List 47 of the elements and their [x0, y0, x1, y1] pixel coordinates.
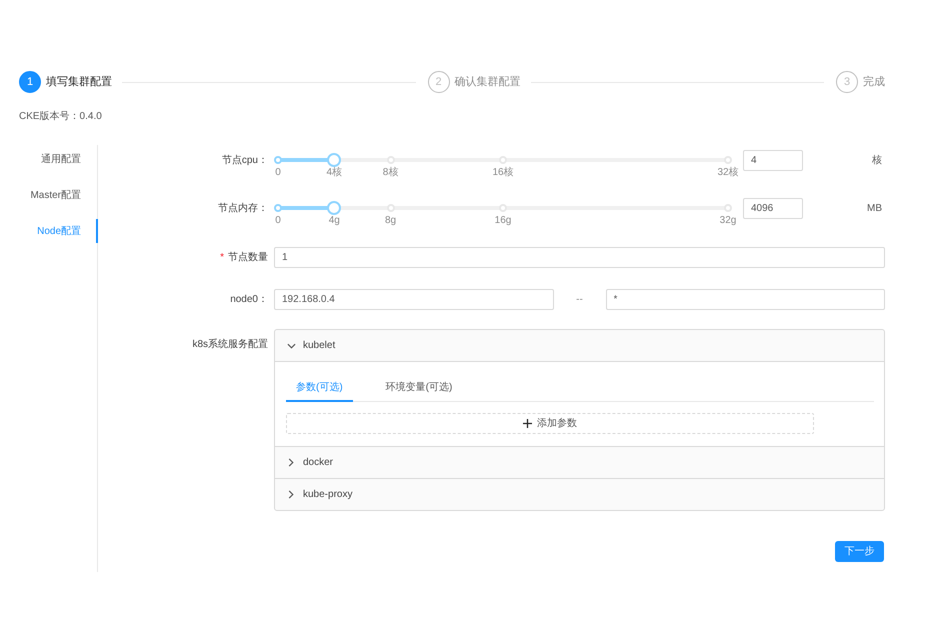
field-label: 节点内存： [217, 202, 268, 216]
unit-label: MB [867, 202, 882, 216]
panel-title: kube-proxy [303, 488, 352, 502]
step-title: 确认集群配置 [454, 75, 520, 89]
collapse-header[interactable]: kube-proxy [275, 479, 884, 510]
collapse-header[interactable]: kubelet [275, 330, 884, 361]
slider-mark-label: 32g [720, 215, 736, 227]
text-input[interactable]: 1 [274, 247, 885, 268]
slider-handle[interactable] [327, 153, 342, 167]
slider-mark-label: 0 [275, 215, 281, 227]
slider-mark-label: 0 [275, 167, 281, 179]
address-input[interactable]: 192.168.0.4 [274, 289, 554, 310]
panel-title: docker [303, 456, 334, 470]
unit-label: 核 [872, 154, 882, 168]
step-title: 填写集群配置 [46, 75, 112, 89]
separator-text: -- [576, 293, 583, 307]
text-input[interactable]: * [606, 289, 885, 310]
tab[interactable]: 环境变量(可选) [376, 374, 462, 402]
slider-mark-label: 8g [384, 215, 396, 227]
step-number: 3 [836, 71, 858, 93]
step-number: 1 [19, 71, 41, 93]
slider-mark-label: 8核 [382, 167, 398, 179]
version-text: CKE版本号：0.4.0 [19, 111, 102, 123]
step-title: 完成 [863, 75, 885, 89]
chevron-right-icon [288, 458, 294, 467]
chevron-right-icon [288, 490, 294, 499]
field-label: node0： [229, 293, 268, 307]
add-param-button[interactable]: 添加参数 [286, 413, 814, 434]
field-label: 节点cpu： [220, 154, 268, 168]
plus-icon [523, 419, 532, 428]
required-mark: * [220, 251, 224, 265]
sidebar-tab[interactable]: 通用配置 [19, 147, 98, 171]
panel-title: kubelet [303, 339, 336, 353]
number-input[interactable]: 4096 [743, 198, 803, 219]
chevron-down-icon [287, 342, 296, 348]
slider-mark-label: 4g [328, 215, 340, 227]
slider-mark-label: 4核 [326, 167, 342, 179]
number-input[interactable]: 4 [743, 150, 803, 171]
sidebar-tab[interactable]: Master配置 [19, 183, 98, 207]
slider-handle[interactable] [327, 201, 342, 215]
slider-mark-label: 16核 [492, 167, 514, 179]
step-number: 2 [428, 71, 450, 93]
field-label: k8s系统服务配置 [191, 338, 268, 352]
slider-mark-label: 16g [494, 215, 512, 227]
collapse-header[interactable]: docker [275, 447, 884, 478]
field-label: 节点数量 [228, 250, 268, 265]
slider-mark-label: 32核 [717, 167, 739, 179]
